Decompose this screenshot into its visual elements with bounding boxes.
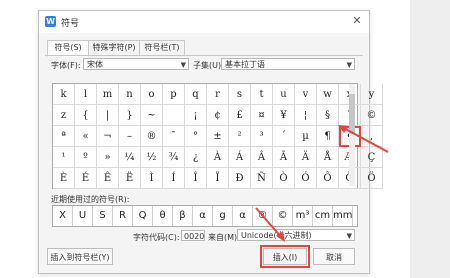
arrow-to-insert [255,207,285,242]
annotation-layer [255,125,389,242]
arrow-to-symbol [338,125,389,153]
